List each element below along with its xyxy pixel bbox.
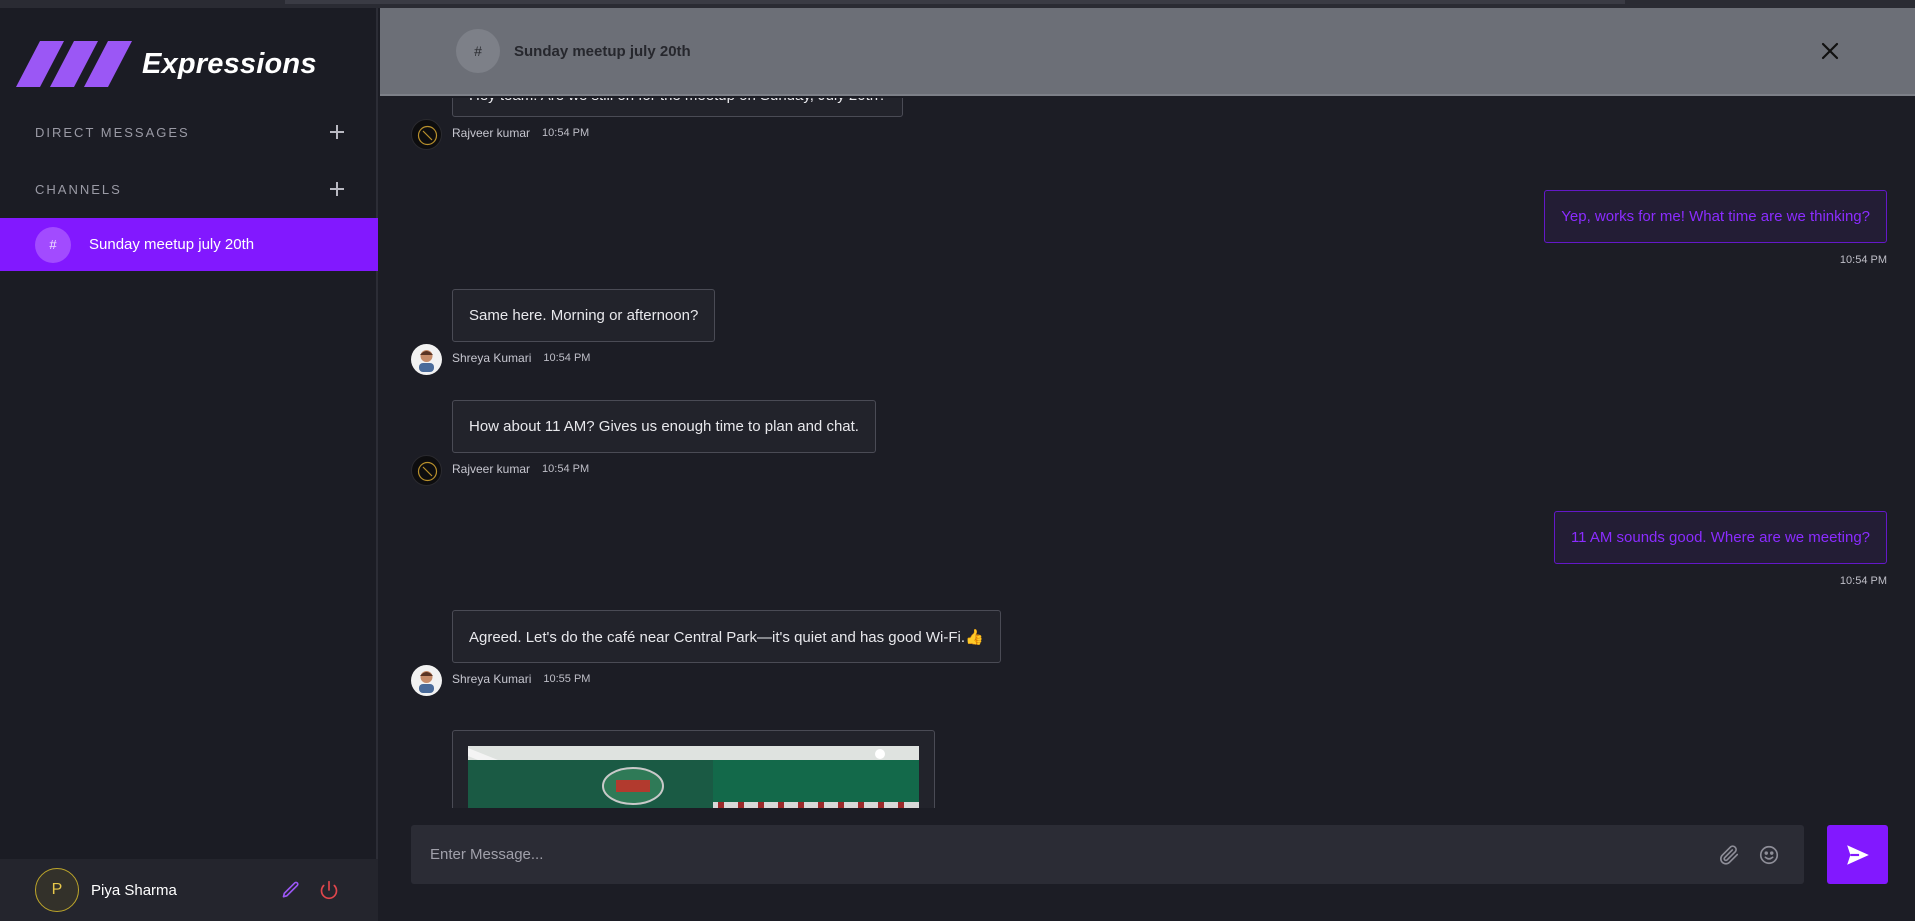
message-meta: Rajveer kumar 10:54 PM bbox=[411, 455, 876, 486]
avatar[interactable] bbox=[411, 344, 442, 375]
message-time: 10:54 PM bbox=[543, 352, 591, 364]
message-composer bbox=[411, 825, 1804, 884]
edit-profile-icon[interactable] bbox=[280, 879, 302, 901]
message-meta: Shreya Kumari 10:55 PM bbox=[411, 665, 1001, 696]
paperclip-icon[interactable] bbox=[1716, 842, 1742, 868]
message-incoming: Hey team! Are we still on for the meetup… bbox=[411, 98, 904, 150]
message-time: 10:54 PM bbox=[542, 127, 590, 139]
avatar[interactable] bbox=[411, 119, 442, 150]
message-bubble: Yep, works for me! What time are we thin… bbox=[1544, 190, 1887, 243]
sidebar: Expressions DIRECT MESSAGES CHANNELS # S… bbox=[0, 8, 378, 921]
message-outgoing: 11 AM sounds good. Where are we meeting?… bbox=[1553, 511, 1887, 587]
sender-name: Rajveer kumar bbox=[452, 462, 531, 476]
message-time: 10:54 PM bbox=[1839, 254, 1887, 266]
message-bubble: Agreed. Let's do the café near Central P… bbox=[452, 610, 1001, 663]
header-hash-icon: # bbox=[456, 29, 500, 73]
channels-section: CHANNELS bbox=[35, 181, 345, 197]
message-incoming: Agreed. Let's do the café near Central P… bbox=[411, 610, 1001, 696]
image-message[interactable] bbox=[452, 730, 935, 808]
logout-power-icon[interactable] bbox=[318, 879, 340, 901]
direct-messages-section: DIRECT MESSAGES bbox=[35, 124, 345, 140]
message-outgoing: Yep, works for me! What time are we thin… bbox=[1544, 190, 1887, 266]
add-channel-icon[interactable] bbox=[329, 181, 345, 197]
message-time: 10:54 PM bbox=[542, 463, 590, 475]
message-incoming: Same here. Morning or afternoon? Shreya … bbox=[411, 289, 716, 375]
app-logo: Expressions bbox=[16, 38, 317, 90]
message-bubble: How about 11 AM? Gives us enough time to… bbox=[452, 400, 876, 453]
close-icon[interactable] bbox=[1820, 41, 1840, 61]
message-bubble: Same here. Morning or afternoon? bbox=[452, 289, 716, 342]
user-avatar[interactable]: P bbox=[35, 868, 79, 912]
message-meta: Rajveer kumar 10:54 PM bbox=[411, 119, 903, 150]
send-button[interactable] bbox=[1827, 825, 1888, 884]
chat-panel: # Sunday meetup july 20th Hey team! Are … bbox=[380, 8, 1915, 921]
message-time: 10:55 PM bbox=[543, 673, 591, 685]
app-name: Expressions bbox=[142, 47, 317, 80]
avatar[interactable] bbox=[411, 665, 442, 696]
sender-name: Shreya Kumari bbox=[452, 351, 532, 365]
channels-label: CHANNELS bbox=[35, 181, 122, 197]
sender-name: Shreya Kumari bbox=[452, 672, 532, 686]
message-input[interactable] bbox=[430, 846, 1716, 863]
sidebar-item-sunday-meetup[interactable]: # Sunday meetup july 20th bbox=[0, 218, 378, 271]
message-meta: Shreya Kumari 10:54 PM bbox=[411, 344, 715, 375]
message-time: 10:54 PM bbox=[1839, 575, 1887, 587]
channel-hash-icon: # bbox=[35, 226, 71, 263]
channel-name: Sunday meetup july 20th bbox=[89, 236, 255, 253]
central-perk-photo bbox=[468, 746, 919, 808]
sender-name: Rajveer kumar bbox=[452, 126, 531, 140]
add-direct-message-icon[interactable] bbox=[329, 124, 345, 140]
message-list[interactable]: Hey team! Are we still on for the meetup… bbox=[380, 98, 1915, 808]
logo-stripes-icon bbox=[16, 41, 132, 87]
browser-tab-strip bbox=[285, 0, 1625, 4]
message-incoming: How about 11 AM? Gives us enough time to… bbox=[411, 400, 876, 486]
avatar[interactable] bbox=[411, 455, 442, 486]
chat-title: Sunday meetup july 20th bbox=[514, 42, 691, 60]
user-name: Piya Sharma bbox=[91, 881, 177, 899]
current-user-bar: P Piya Sharma bbox=[0, 859, 378, 921]
send-icon bbox=[1846, 844, 1869, 865]
chat-header: # Sunday meetup july 20th bbox=[380, 8, 1915, 96]
browser-top-strip bbox=[0, 0, 1915, 8]
message-bubble: Hey team! Are we still on for the meetup… bbox=[452, 98, 904, 117]
direct-messages-label: DIRECT MESSAGES bbox=[35, 124, 190, 140]
emoji-icon[interactable] bbox=[1756, 842, 1782, 868]
message-bubble: 11 AM sounds good. Where are we meeting? bbox=[1553, 511, 1887, 564]
